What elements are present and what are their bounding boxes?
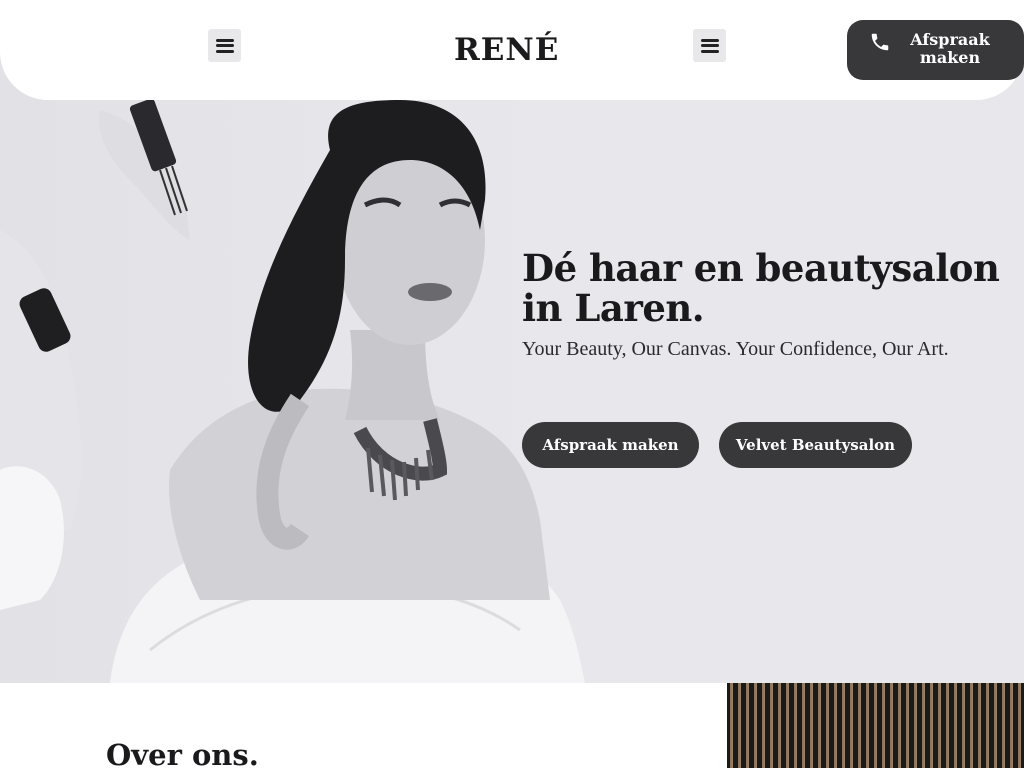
hero-photo-illustration	[0, 98, 585, 683]
velvet-beautysalon-button[interactable]: Velvet Beautysalon	[719, 422, 912, 468]
hero-subtitle: Your Beauty, Our Canvas. Your Confidence…	[522, 338, 949, 360]
site-logo[interactable]: RENÉ	[454, 32, 559, 68]
hamburger-menu-icon	[700, 38, 719, 53]
wood-slat-panel-image	[727, 683, 1024, 768]
make-appointment-button[interactable]: Afspraak maken	[522, 422, 699, 468]
phone-icon	[871, 33, 889, 51]
menu-toggle-button-right[interactable]	[693, 29, 726, 62]
menu-toggle-button-left[interactable]	[208, 29, 241, 62]
hero-photo-woman	[0, 0, 590, 683]
header-appointment-button[interactable]: Afspraak maken	[847, 20, 1024, 80]
hero-title: Dé haar en beautysalon in Laren.	[522, 246, 1000, 330]
hamburger-menu-icon	[215, 38, 234, 53]
site-header: RENÉ Afspraak maken	[0, 0, 1024, 100]
header-appointment-label: Afspraak maken	[910, 30, 990, 67]
about-section-title: Over ons.	[106, 738, 259, 768]
